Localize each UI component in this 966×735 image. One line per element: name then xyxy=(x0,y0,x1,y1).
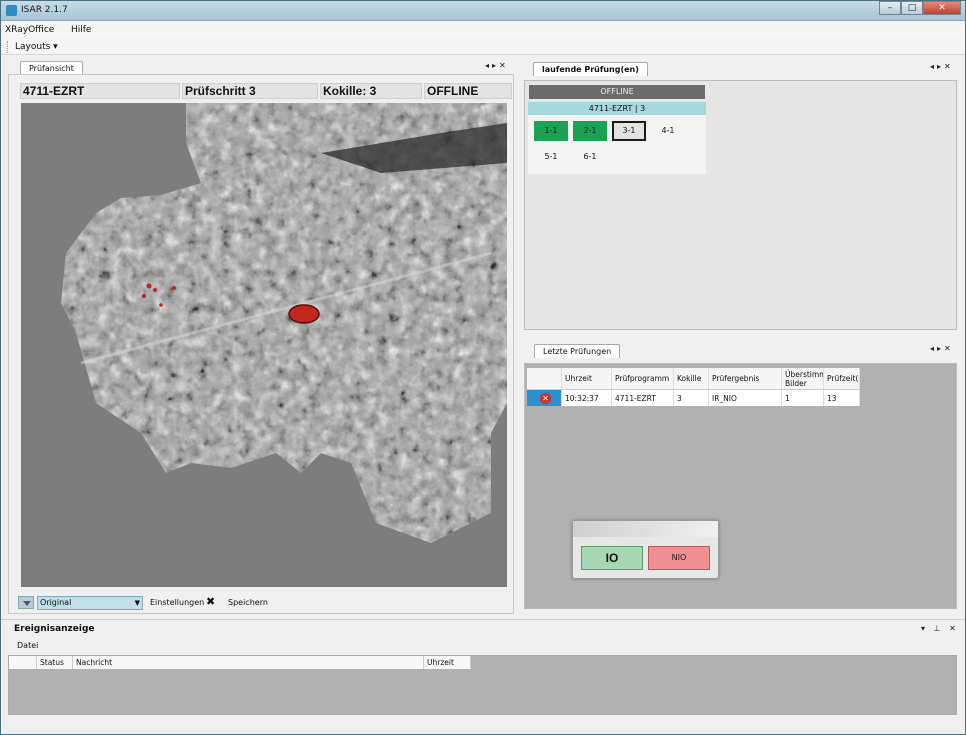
defect-dot xyxy=(153,288,157,292)
col-bilder[interactable]: Überstimmte Bilder xyxy=(782,368,824,389)
tab-letzte-pruefungen[interactable]: Letzte Prüfungen xyxy=(534,344,621,358)
event-pane-controls[interactable]: ▾ ⊥ ✕ xyxy=(921,624,959,633)
menu-xrayoffice[interactable]: XRayOffice xyxy=(5,25,54,35)
toolbar: Layouts ▾ xyxy=(1,39,965,55)
col-status[interactable]: Status xyxy=(37,656,73,669)
view-menu-button[interactable] xyxy=(18,596,34,609)
chevron-down-icon: ▾ xyxy=(53,42,58,52)
app-icon xyxy=(6,5,17,16)
event-panel-title: Ereignisanzeige xyxy=(14,624,95,634)
defect-dot xyxy=(172,286,176,290)
step-1-1[interactable]: 1-1 xyxy=(534,121,568,141)
col-nachricht[interactable]: Nachricht xyxy=(73,656,424,669)
minimize-icon[interactable]: – xyxy=(879,1,901,15)
view-mode-select[interactable]: Original ▼ xyxy=(37,596,143,610)
pruefansicht-panel: 4711-EZRT Prüfschritt 3 Kokille: 3 OFFLI… xyxy=(8,74,514,614)
cell-kokille: 3 xyxy=(674,390,709,406)
job-title: 4711-EZRT | 3 xyxy=(528,102,706,115)
step-6-1[interactable]: 6-1 xyxy=(573,147,607,167)
title-bar: ISAR 2.1.7 – □ ✕ xyxy=(1,1,965,21)
layouts-dropdown[interactable]: Layouts ▾ xyxy=(15,42,58,52)
col-zeit[interactable]: Prüfzeit(s xyxy=(824,368,860,389)
cell-bilder: 1 xyxy=(782,390,824,406)
step-3-1[interactable]: 3-1 xyxy=(612,121,646,141)
cell-ergebnis: IR_NIO xyxy=(709,390,782,406)
laufende-panel: OFFLINE 4711-EZRT | 3 1-1 2-1 3-1 4-1 5-… xyxy=(524,80,957,330)
xray-svg xyxy=(21,103,507,587)
info-bar: 4711-EZRT Prüfschritt 3 Kokille: 3 OFFLI… xyxy=(20,83,512,99)
window-controls: – □ ✕ xyxy=(879,1,961,15)
col-programm[interactable]: Prüfprogramm xyxy=(612,368,674,389)
app-window: ISAR 2.1.7 – □ ✕ XRayOffice Hilfe Layout… xyxy=(0,0,966,735)
col-icon xyxy=(527,368,562,389)
maximize-icon[interactable]: □ xyxy=(901,1,923,15)
row-status-cell: ✕ xyxy=(527,390,562,406)
step-2-1[interactable]: 2-1 xyxy=(573,121,607,141)
status-label: OFFLINE xyxy=(424,83,512,99)
nio-button[interactable]: NIO xyxy=(648,546,710,570)
step-5-1[interactable]: 5-1 xyxy=(534,147,568,167)
cell-zeit: 13 xyxy=(824,390,860,406)
event-table: Status Nachricht Uhrzeit xyxy=(8,655,957,715)
event-panel: Ereignisanzeige ▾ ⊥ ✕ Datei Status Nachr… xyxy=(1,619,965,734)
error-icon: ✕ xyxy=(540,392,551,404)
wrench-icon[interactable]: ✖ xyxy=(206,595,215,608)
results-table: Uhrzeit Prüfprogramm Kokille Prüfergebni… xyxy=(527,368,860,406)
settings-button[interactable]: Einstellungen xyxy=(150,598,204,607)
menu-bar: XRayOffice Hilfe xyxy=(1,22,965,38)
pane-controls-right-top[interactable]: ◂▸✕ xyxy=(930,62,954,71)
layouts-label: Layouts xyxy=(15,42,51,52)
window-title: ISAR 2.1.7 xyxy=(21,5,68,15)
table-row[interactable]: ✕ 10:32:37 4711-EZRT 3 IR_NIO 1 13 xyxy=(527,390,860,406)
kokille-label: Kokille: 3 xyxy=(320,83,422,99)
col-uhrzeit[interactable]: Uhrzeit xyxy=(562,368,612,389)
defect-marker[interactable] xyxy=(288,304,320,324)
menu-hilfe[interactable]: Hilfe xyxy=(71,25,91,35)
cell-uhrzeit: 10:32:37 xyxy=(562,390,612,406)
menu-datei[interactable]: Datei xyxy=(17,641,38,650)
job-status: OFFLINE xyxy=(529,85,705,99)
col-ergebnis[interactable]: Prüfergebnis xyxy=(709,368,782,389)
pane-controls-right-bottom[interactable]: ◂▸✕ xyxy=(930,344,954,353)
col-blank xyxy=(9,656,37,669)
step-label: Prüfschritt 3 xyxy=(182,83,318,99)
view-mode-value: Original xyxy=(40,598,72,607)
table-header: Uhrzeit Prüfprogramm Kokille Prüfergebni… xyxy=(527,368,860,390)
col-kokille[interactable]: Kokille xyxy=(674,368,709,389)
defect-dot xyxy=(159,303,163,307)
tab-laufende-pruefungen[interactable]: laufende Prüfung(en) xyxy=(533,62,648,76)
chevron-down-icon: ▼ xyxy=(134,599,140,607)
xray-image[interactable] xyxy=(21,103,507,587)
col-uhrzeit[interactable]: Uhrzeit xyxy=(424,656,471,669)
decision-dialog: IO NIO xyxy=(572,520,719,579)
part-label: 4711-EZRT xyxy=(20,83,180,99)
dialog-title-bar[interactable] xyxy=(573,521,718,537)
io-button[interactable]: IO xyxy=(581,546,643,570)
defect-dot xyxy=(142,294,146,298)
save-button[interactable]: Speichern xyxy=(228,598,268,607)
job-card: 4711-EZRT | 3 1-1 2-1 3-1 4-1 5-1 6-1 xyxy=(528,102,706,174)
close-icon[interactable]: ✕ xyxy=(923,1,961,15)
tab-pruefansicht[interactable]: Prüfansicht xyxy=(20,61,83,75)
defect-dot xyxy=(146,283,152,289)
step-4-1[interactable]: 4-1 xyxy=(651,121,685,141)
cell-programm: 4711-EZRT xyxy=(612,390,674,406)
event-table-header: Status Nachricht Uhrzeit xyxy=(9,656,471,669)
view-toolbar: Original ▼ Einstellungen ✖ Speichern xyxy=(16,593,510,611)
pane-controls-left[interactable]: ◂▸✕ xyxy=(485,61,509,70)
toolbar-grip xyxy=(7,41,9,53)
